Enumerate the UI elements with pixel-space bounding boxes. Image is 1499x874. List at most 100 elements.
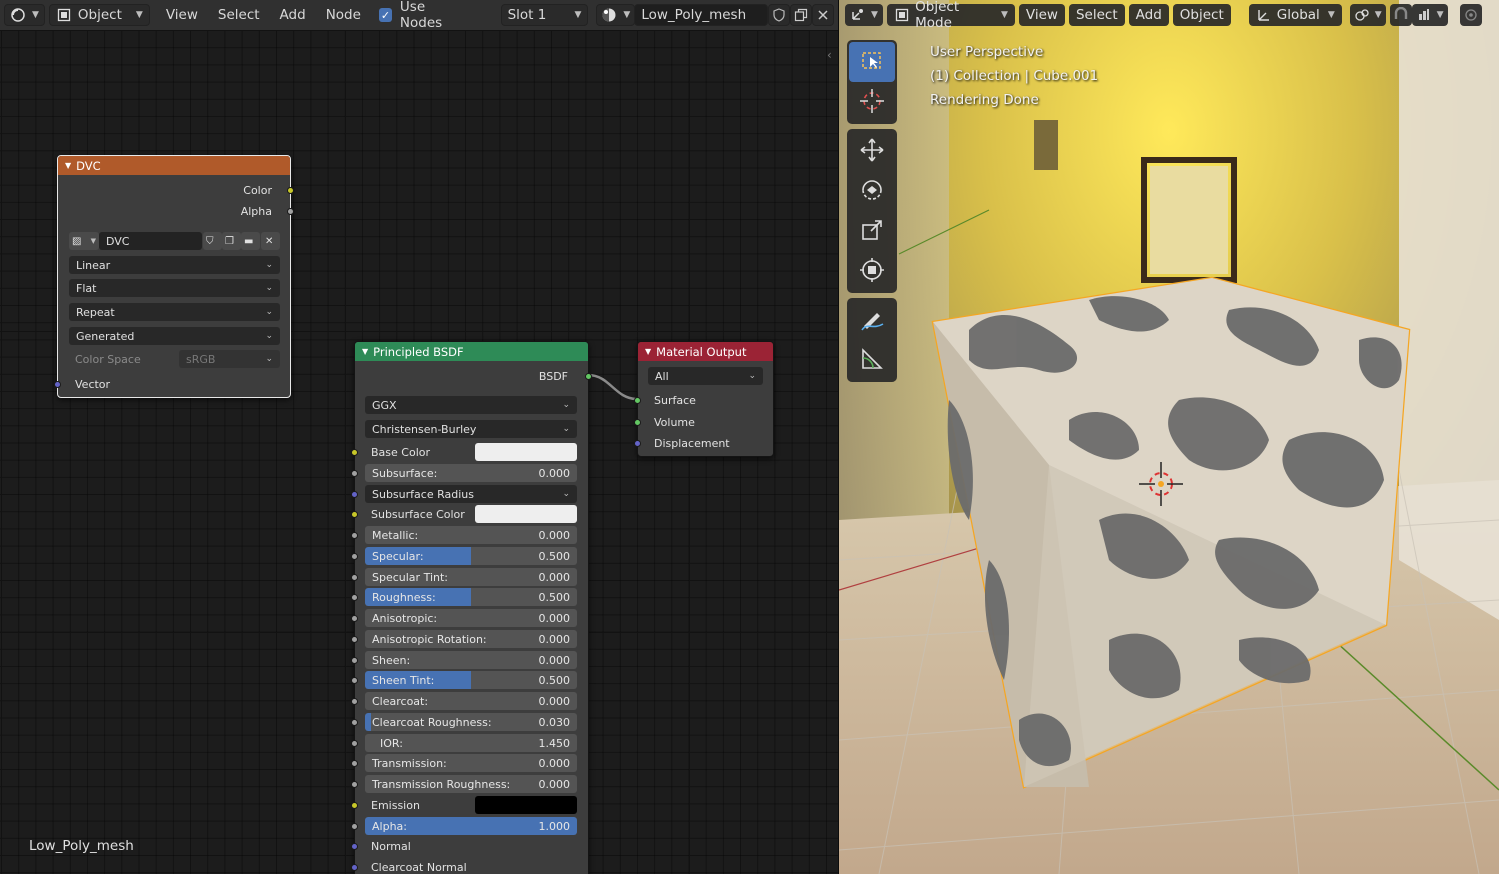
editor-type-button[interactable]: ▼ [845, 4, 883, 26]
menu-select[interactable]: Select [210, 4, 268, 26]
input-alpha-slider[interactable]: Alpha: 1.000 [365, 817, 577, 835]
material-name-field[interactable]: Low_Poly_mesh [634, 4, 768, 26]
use-nodes-toggle[interactable]: ✓ Use Nodes [373, 0, 475, 31]
input-transmission-roughness-slider[interactable]: Transmission Roughness: 0.000 [365, 775, 577, 793]
subsurface-method-dropdown[interactable]: Christensen-Burley ⌄ [365, 420, 577, 438]
input-sheen-tint-socket[interactable] [351, 677, 358, 684]
input-roughness-slider[interactable]: Roughness: 0.500 [365, 588, 577, 606]
input-transmission-roughness-socket[interactable] [351, 781, 358, 788]
input-alpha-socket[interactable] [351, 823, 358, 830]
image-duplicate-button[interactable]: ❐ [222, 232, 241, 250]
collapse-arrow-icon[interactable]: ▼ [645, 347, 651, 356]
scale-tool[interactable] [849, 211, 895, 251]
duplicate-material-button[interactable] [789, 4, 812, 26]
input-sheen-socket[interactable] [351, 657, 358, 664]
node-header[interactable]: ▼ DVC [58, 156, 290, 175]
input-sheen-tint-slider[interactable]: Sheen Tint: 0.500 [365, 671, 577, 689]
input-specular-tint-slider[interactable]: Specular Tint: 0.000 [365, 568, 577, 586]
input-sheen-slider[interactable]: Sheen: 0.000 [365, 651, 577, 669]
slot-dropdown[interactable]: Slot 1 ▼ [500, 4, 589, 26]
editor-type-button[interactable]: ▼ [4, 4, 45, 26]
source-dropdown[interactable]: Generated ⌄ [69, 327, 280, 345]
input-specular-slider[interactable]: Specular: 0.500 [365, 547, 577, 565]
pivot-dropdown[interactable]: ▼ [1349, 4, 1386, 26]
extension-dropdown[interactable]: Repeat ⌄ [69, 303, 280, 321]
collapse-arrow-icon[interactable]: ▼ [65, 161, 71, 170]
menu-select[interactable]: Select [1068, 4, 1125, 26]
image-fake-user-button[interactable]: ⛉ [203, 232, 222, 250]
orientation-dropdown[interactable]: Global ▼ [1248, 4, 1342, 26]
input-roughness-socket[interactable] [351, 594, 358, 601]
target-dropdown[interactable]: All ⌄ [648, 367, 763, 385]
input-normal-socket[interactable] [351, 843, 358, 850]
proportional-edit-toggle[interactable] [1459, 4, 1482, 26]
input-specular-tint-socket[interactable] [351, 574, 358, 581]
output-alpha-socket[interactable] [287, 208, 294, 215]
node-header[interactable]: ▼ Material Output [638, 342, 773, 361]
fake-user-button[interactable] [767, 4, 790, 26]
input-emission-socket[interactable] [351, 802, 358, 809]
input-transmission-socket[interactable] [351, 760, 358, 767]
input-base-color-color-swatch[interactable] [475, 443, 577, 461]
input-clearcoat-roughness-slider[interactable]: Clearcoat Roughness: 0.030 [365, 713, 577, 731]
input-subsurface-color-socket[interactable] [351, 511, 358, 518]
image-open-button[interactable]: ▬ [241, 232, 260, 250]
cursor-tool[interactable] [849, 82, 895, 122]
input-clearcoat-normal-socket[interactable] [351, 864, 358, 871]
input-base-color-socket[interactable] [351, 449, 358, 456]
shader-editor[interactable]: ▼ Object ▼ View Select Add Node ✓ Use No… [0, 0, 838, 874]
input-subsurface-radius-dropdown[interactable]: Subsurface Radius ⌄ [365, 485, 577, 503]
input-ior-socket[interactable] [351, 740, 358, 747]
interpolation-dropdown[interactable]: Linear ⌄ [69, 256, 280, 274]
input-anisotropic-slider[interactable]: Anisotropic: 0.000 [365, 609, 577, 627]
input-subsurface-radius-socket[interactable] [351, 491, 358, 498]
input-emission-color-swatch[interactable] [475, 796, 577, 814]
input-subsurface-socket[interactable] [351, 470, 358, 477]
node-image-texture[interactable]: ▼ DVC Color Alpha ▨ ▼ DVC ⛉ ❐ ▬ ✕ Linear ⌄… [54, 155, 294, 398]
input-clearcoat-roughness-socket[interactable] [351, 719, 358, 726]
input-displacement-socket[interactable] [634, 440, 641, 447]
input-clearcoat-socket[interactable] [351, 698, 358, 705]
select-box-tool[interactable] [849, 42, 895, 82]
input-vector-socket[interactable] [54, 381, 61, 388]
input-anisotropic-rotation-socket[interactable] [351, 636, 358, 643]
node-principled-bsdf[interactable]: ▼ Principled BSDF BSDF GGX ⌄ Christensen-… [351, 341, 592, 874]
input-subsurface-slider[interactable]: Subsurface: 0.000 [365, 464, 577, 482]
unlink-material-button[interactable] [811, 4, 834, 26]
input-transmission-slider[interactable]: Transmission: 0.000 [365, 754, 577, 772]
distribution-dropdown[interactable]: GGX ⌄ [365, 396, 577, 414]
snap-target-dropdown[interactable]: ▼ [1411, 4, 1448, 26]
output-color-socket[interactable] [287, 187, 294, 194]
image-browse-button[interactable]: ▨ ▼ [69, 232, 99, 250]
object-type-dropdown[interactable]: Object ▼ [48, 4, 150, 26]
input-anisotropic-socket[interactable] [351, 615, 358, 622]
checkbox-checked-icon[interactable]: ✓ [378, 8, 392, 22]
input-surface-socket[interactable] [634, 397, 641, 404]
input-specular-socket[interactable] [351, 553, 358, 560]
input-subsurface-color-color-swatch[interactable] [475, 505, 577, 523]
output-bsdf-socket[interactable] [585, 373, 592, 380]
node-material-output[interactable]: ▼ Material Output All ⌄ Surface Volume Di… [634, 341, 774, 457]
annotate-tool[interactable] [849, 300, 895, 340]
input-clearcoat-slider[interactable]: Clearcoat: 0.000 [365, 692, 577, 710]
image-unlink-button[interactable]: ✕ [261, 232, 280, 250]
menu-node[interactable]: Node [318, 4, 369, 26]
input-volume-socket[interactable] [634, 419, 641, 426]
transform-tool[interactable] [849, 251, 895, 291]
measure-tool[interactable] [849, 340, 895, 380]
input-metallic-socket[interactable] [351, 532, 358, 539]
menu-add[interactable]: Add [272, 4, 314, 26]
projection-dropdown[interactable]: Flat ⌄ [69, 279, 280, 297]
rotate-tool[interactable] [849, 171, 895, 211]
collapse-arrow-icon[interactable]: ▼ [362, 347, 368, 356]
image-name-field[interactable]: DVC [99, 232, 202, 250]
node-header[interactable]: ▼ Principled BSDF [355, 342, 588, 361]
menu-view[interactable]: View [158, 4, 206, 26]
input-anisotropic-rotation-slider[interactable]: Anisotropic Rotation: 0.000 [365, 630, 577, 648]
mode-dropdown[interactable]: Object Mode ▼ [886, 0, 1015, 31]
input-metallic-slider[interactable]: Metallic: 0.000 [365, 526, 577, 544]
material-browse-button[interactable]: ▼ [596, 4, 636, 26]
snap-toggle[interactable] [1389, 4, 1412, 26]
menu-add[interactable]: Add [1128, 4, 1169, 26]
menu-view[interactable]: View [1018, 4, 1065, 26]
